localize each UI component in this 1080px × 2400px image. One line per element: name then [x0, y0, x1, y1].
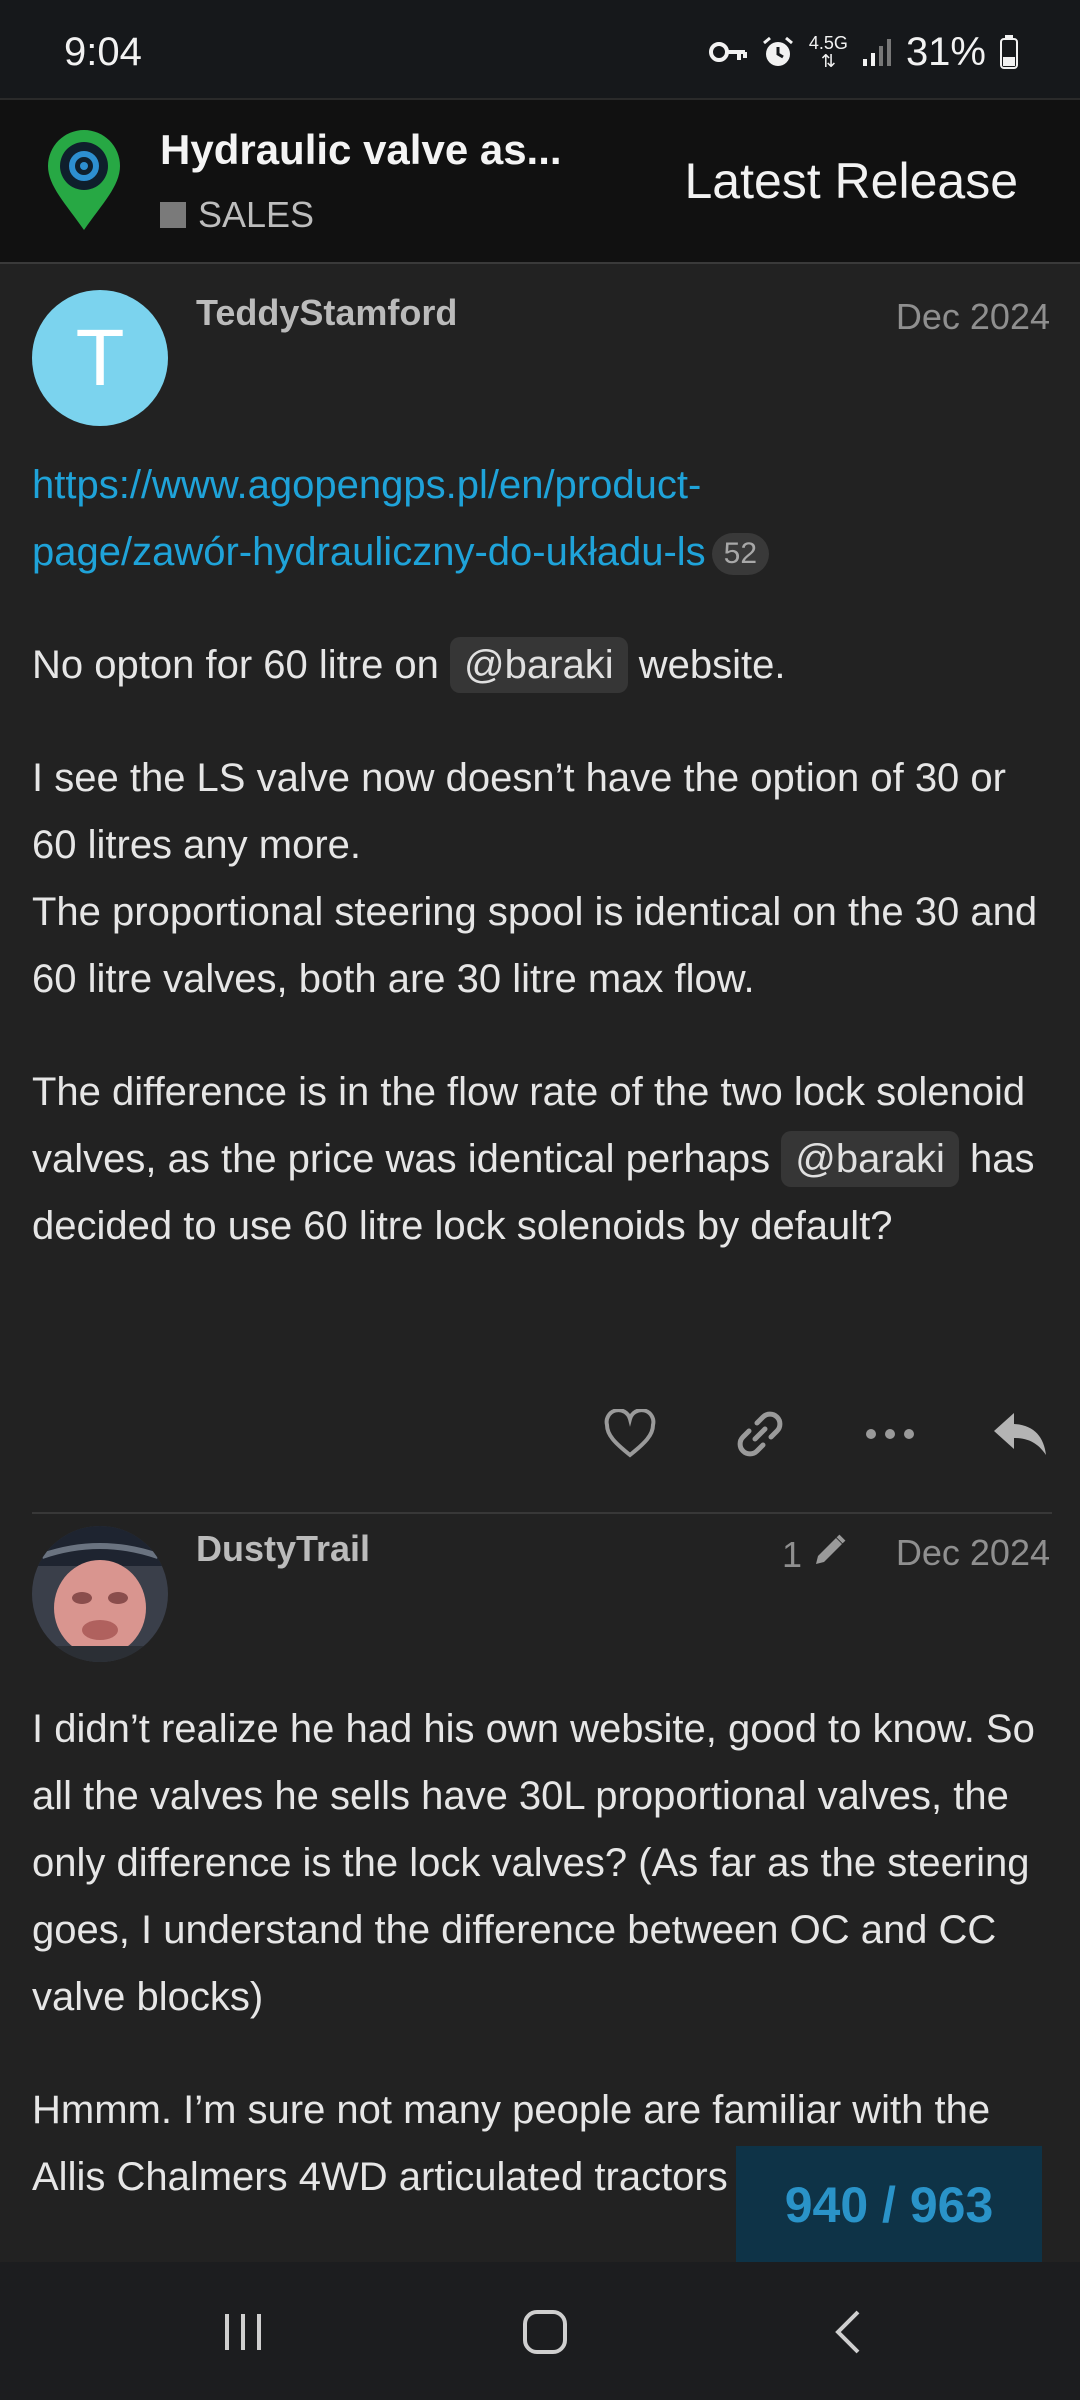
post-date[interactable]: Dec 2024: [896, 296, 1050, 338]
post-actions: [600, 1404, 1050, 1464]
paragraph: I didn’t realize he had his own website,…: [32, 1707, 1035, 2019]
post-date[interactable]: Dec 2024: [896, 1532, 1050, 1574]
post: T TeddyStamford Dec 2024 https://www.ago…: [0, 264, 1080, 1514]
link-icon[interactable]: [730, 1404, 790, 1464]
status-bar: 9:04 4.5G ⇅ 31%: [0, 0, 1080, 98]
home-icon[interactable]: [515, 2302, 575, 2362]
avatar[interactable]: [32, 1526, 168, 1662]
category-badge[interactable]: SALES: [160, 194, 314, 236]
key-icon: [708, 40, 747, 64]
edit-history[interactable]: 1: [782, 1532, 848, 1577]
avatar[interactable]: T: [32, 290, 168, 426]
user-mention[interactable]: @baraki: [450, 637, 628, 693]
reply-icon[interactable]: [990, 1404, 1050, 1464]
category-label: SALES: [198, 194, 315, 235]
heart-icon[interactable]: [600, 1404, 660, 1464]
user-mention[interactable]: @baraki: [781, 1131, 959, 1187]
status-icons: 4.5G ⇅ 31%: [708, 29, 1018, 74]
text: The proportional steering spool is ident…: [32, 890, 1038, 1001]
topic-progress[interactable]: 940 / 963: [736, 2146, 1042, 2264]
paragraph: I see the LS valve now doesn’t have the …: [32, 745, 1052, 1013]
alarm-icon: [761, 35, 795, 69]
battery-icon: [1000, 35, 1018, 69]
avatar-letter: T: [75, 313, 125, 402]
system-nav-bar: [0, 2262, 1080, 2400]
latest-release-button[interactable]: Latest Release: [684, 152, 1018, 210]
status-time: 9:04: [64, 30, 142, 74]
paragraph: The difference is in the flow rate of th…: [32, 1059, 1052, 1260]
topic-title[interactable]: Hydraulic valve as...: [160, 126, 562, 174]
topic-header: Hydraulic valve as... SALES Latest Relea…: [0, 98, 1080, 264]
link-line-2: page/zawór-hydrauliczny-do-układu-ls: [32, 530, 706, 574]
paragraph: No opton for 60 litre on @baraki website…: [32, 632, 1052, 699]
link-paragraph: https://www.agopengps.pl/en/product-page…: [32, 452, 1052, 586]
text: No opton for 60 litre on: [32, 643, 439, 687]
category-color-icon: [160, 202, 186, 228]
signal-icon: [862, 37, 892, 67]
text: I see the LS valve now doesn’t have the …: [32, 756, 1006, 867]
more-icon[interactable]: [860, 1404, 920, 1464]
text: website.: [638, 643, 786, 687]
recent-apps-icon[interactable]: [213, 2302, 273, 2362]
post-stream: T TeddyStamford Dec 2024 https://www.ago…: [0, 264, 1080, 2226]
post-body: https://www.agopengps.pl/en/product-page…: [32, 452, 1052, 1306]
post: DustyTrail 1 Dec 2024 I didn’t realize h…: [0, 1526, 1080, 2226]
pencil-icon: [812, 1532, 848, 1577]
username[interactable]: TeddyStamford: [196, 292, 457, 334]
site-logo-icon[interactable]: [44, 128, 124, 237]
link-click-count: 52: [711, 533, 770, 576]
edit-count: 1: [781, 1533, 802, 1575]
product-link[interactable]: https://www.agopengps.pl/en/product-page…: [32, 463, 706, 574]
username[interactable]: DustyTrail: [196, 1528, 370, 1570]
battery-percent: 31%: [905, 29, 986, 74]
network-label: 4.5G: [808, 33, 848, 53]
link-line-1: https://www.agopengps.pl/en/product-: [32, 463, 702, 507]
network-icon: 4.5G ⇅: [808, 33, 848, 71]
back-icon[interactable]: [818, 2302, 878, 2362]
post-divider: [32, 1512, 1052, 1514]
